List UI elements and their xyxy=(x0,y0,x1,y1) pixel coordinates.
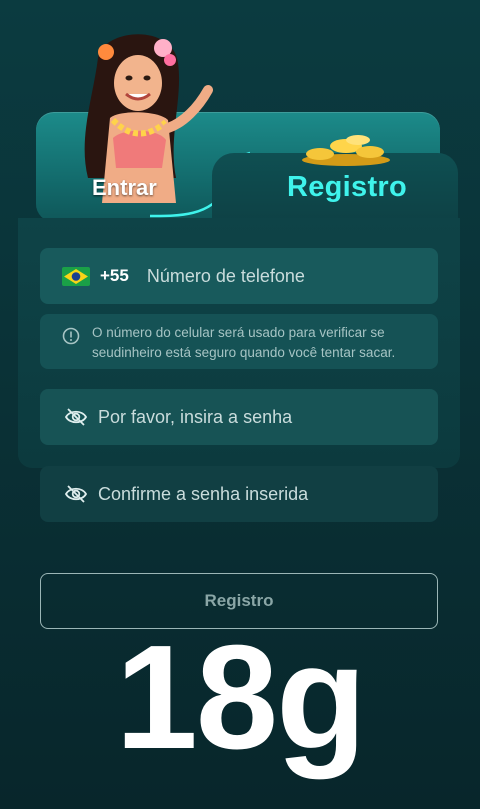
confirm-password-input-field[interactable]: Confirme a senha inserida xyxy=(40,466,438,522)
overlay-text: 18g xyxy=(115,615,366,780)
eye-off-icon[interactable] xyxy=(64,407,88,427)
brazil-flag-icon xyxy=(62,266,90,286)
tab-login[interactable]: Entrar xyxy=(92,175,157,201)
password-placeholder: Por favor, insira a senha xyxy=(98,406,293,427)
info-icon xyxy=(62,327,80,345)
tab-register-label[interactable]: Registro xyxy=(287,171,407,204)
phone-placeholder: Número de telefone xyxy=(146,265,305,286)
phone-input-field[interactable]: +55 Número de telefone xyxy=(40,248,438,304)
confirm-password-placeholder: Confirme a senha inserida xyxy=(98,483,309,504)
password-input-field[interactable]: Por favor, insira a senha xyxy=(40,389,438,445)
gold-coins-icon xyxy=(302,135,390,166)
eye-off-icon[interactable] xyxy=(64,484,88,504)
phone-info-text: O número do celular será usado para veri… xyxy=(92,325,396,360)
country-code[interactable]: +55 xyxy=(100,266,129,286)
phone-info-box: O número do celular será usado para veri… xyxy=(40,314,438,369)
